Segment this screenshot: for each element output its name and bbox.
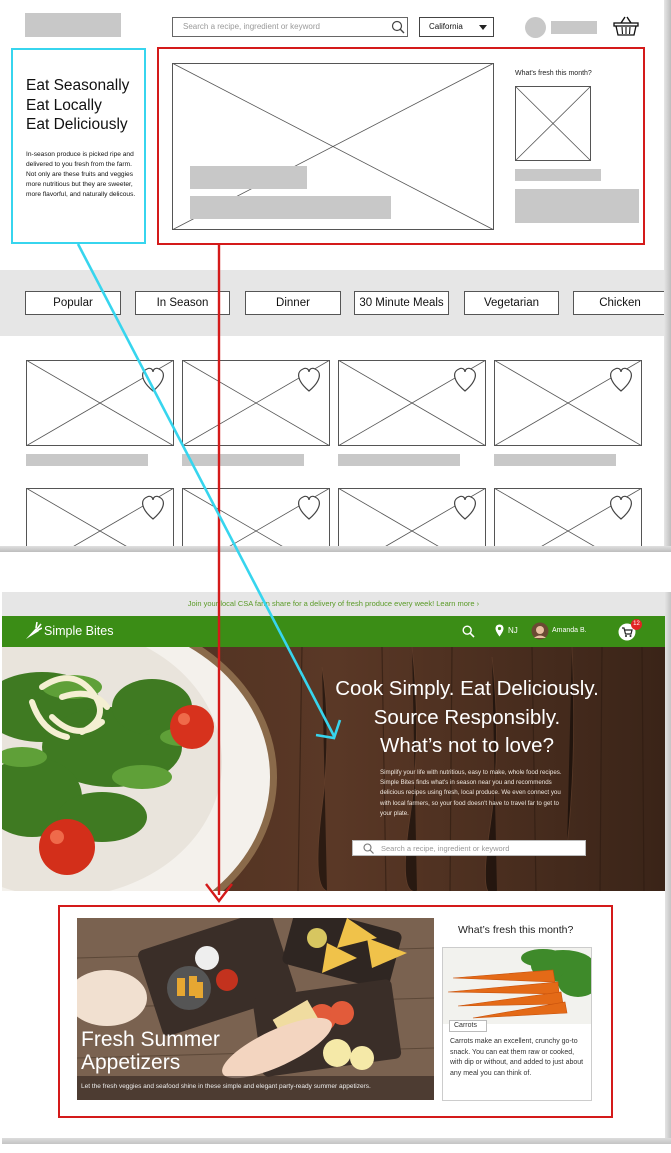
category-vegetarian[interactable]: Vegetarian	[464, 291, 559, 315]
location-label[interactable]: NJ	[508, 626, 518, 635]
recipe-card-image-placeholder[interactable]	[182, 360, 330, 446]
intro-headline-line-2: Eat Locally	[26, 96, 102, 114]
recipe-card-image-placeholder[interactable]	[338, 488, 486, 552]
recipe-title-placeholder	[494, 454, 616, 466]
hero-headline: Cook Simply. Eat Deliciously. Source Res…	[307, 675, 627, 761]
recipe-card-image-placeholder[interactable]	[494, 488, 642, 552]
recipe-title-placeholder	[338, 454, 460, 466]
recipe-title-placeholder	[182, 454, 304, 466]
hero-search-input[interactable]: Search a recipe, ingredient or keyword	[352, 840, 586, 856]
hero-section: Cook Simply. Eat Deliciously. Source Res…	[2, 647, 665, 891]
intro-headline-line-1: Eat Seasonally	[26, 77, 130, 94]
category-dinner[interactable]: Dinner	[245, 291, 341, 315]
hero-headline-line-3: What’s not to love?	[380, 734, 554, 757]
brand-name[interactable]: Simple Bites	[44, 624, 113, 638]
wireframe-search-input[interactable]: Search a recipe, ingredient or keyword	[172, 17, 408, 37]
hero-headline-line-1: Cook Simply. Eat Deliciously.	[335, 677, 599, 700]
category-popular[interactable]: Popular	[25, 291, 121, 315]
panel-shadow	[664, 0, 671, 552]
fresh-label: What's fresh this month?	[515, 70, 592, 77]
featured-card[interactable]: Fresh Summer Appetizers Let the fresh ve…	[77, 918, 434, 1100]
hero-search-placeholder: Search a recipe, ingredient or keyword	[381, 844, 510, 853]
location-select-value: California	[429, 22, 463, 31]
fresh-desc-placeholder	[515, 189, 639, 223]
basket-icon[interactable]	[613, 15, 639, 37]
hero-body: Simplify your life with nutritious, easy…	[380, 769, 562, 817]
search-icon[interactable]	[391, 20, 405, 34]
logo-placeholder	[25, 13, 121, 37]
category-in-season[interactable]: In Season	[135, 291, 230, 315]
fresh-title-placeholder	[515, 169, 601, 181]
hero-headline-line-2: Source Responsibly.	[373, 705, 561, 729]
intro-annotation-box: Eat Seasonally Eat Locally Eat Delicious…	[11, 48, 146, 244]
recipe-card-image-placeholder[interactable]	[26, 488, 174, 552]
final-design-panel: Join your local CSA farm share for a del…	[2, 592, 665, 1138]
wireframe-search-placeholder: Search a recipe, ingredient or keyword	[183, 22, 320, 31]
category-chicken[interactable]: Chicken	[573, 291, 667, 315]
username-placeholder	[551, 21, 597, 34]
recipe-card-image-placeholder[interactable]	[494, 360, 642, 446]
promo-banner[interactable]: Join your local CSA farm share for a del…	[2, 592, 665, 616]
intro-body: In-season produce is picked ripe and del…	[26, 150, 136, 199]
panel-shadow	[665, 592, 671, 1144]
category-30-minute-meals[interactable]: 30 Minute Meals	[354, 291, 449, 315]
featured-caption: Let the fresh veggies and seafood shine …	[77, 1076, 434, 1100]
featured-title-line-2: Appetizers	[81, 1051, 181, 1074]
search-icon[interactable]	[363, 843, 374, 854]
intro-headline-line-3: Eat Deliciously	[26, 116, 128, 133]
navbar: Simple Bites NJ Amanda B. 12	[2, 616, 665, 647]
chevron-down-icon	[479, 25, 487, 30]
avatar[interactable]	[525, 17, 546, 38]
panel-shadow	[0, 546, 671, 552]
featured-title[interactable]: Fresh Summer Appetizers	[81, 1028, 261, 1074]
intro-headline: Eat Seasonally Eat Locally Eat Delicious…	[26, 76, 144, 135]
cart-count-badge: 12	[631, 619, 642, 630]
featured-title-line-1: Fresh Summer	[81, 1028, 220, 1051]
recipe-card-image-placeholder[interactable]	[26, 360, 174, 446]
fresh-image-placeholder	[515, 86, 591, 161]
user-avatar[interactable]	[531, 622, 549, 640]
panel-shadow	[2, 1138, 671, 1144]
carrot-image	[443, 948, 591, 1024]
fresh-item-description: Carrots make an excellent, crunchy go-to…	[450, 1038, 584, 1077]
recipe-card-image-placeholder[interactable]	[338, 360, 486, 446]
location-select[interactable]: California	[419, 17, 494, 37]
location-pin-icon[interactable]	[495, 624, 504, 637]
fresh-item-label[interactable]: Carrots	[449, 1020, 487, 1032]
search-icon[interactable]	[462, 625, 475, 638]
wireframe-panel: Search a recipe, ingredient or keyword C…	[0, 0, 671, 552]
hero-title-placeholder	[190, 166, 307, 189]
carrot-logo-icon	[26, 621, 42, 639]
hero-caption-placeholder	[190, 196, 391, 219]
recipe-card-image-placeholder[interactable]	[182, 488, 330, 552]
fresh-section-title: What’s fresh this month?	[458, 924, 574, 936]
user-name[interactable]: Amanda B.	[552, 627, 587, 634]
recipe-title-placeholder	[26, 454, 148, 466]
